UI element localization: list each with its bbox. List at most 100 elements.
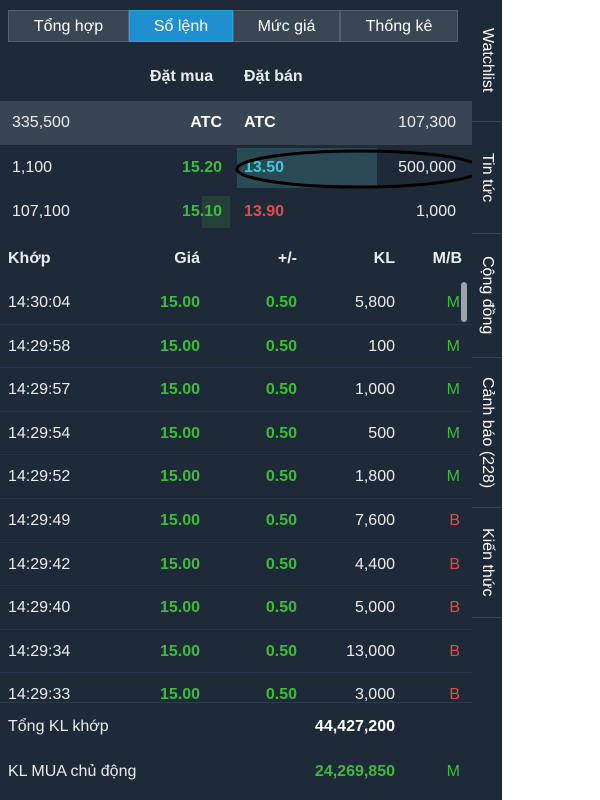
orderbook-row[interactable]: 107,100 15.10 13.90 1,000 xyxy=(0,190,472,234)
orderbook-row[interactable]: 335,500 ATC ATC 107,300 xyxy=(0,101,472,145)
trade-change: 0.50 xyxy=(265,381,297,399)
trade-time: 14:29:57 xyxy=(8,381,71,399)
table-row: 14:29:54 15.00 0.50 500 M xyxy=(0,412,472,456)
trade-change: 0.50 xyxy=(265,294,297,311)
buy-price: ATC xyxy=(190,114,222,131)
trade-volume: 100 xyxy=(368,337,395,355)
trade-side: B xyxy=(449,599,460,617)
header-change: +/- xyxy=(277,250,297,267)
trade-time: 14:29:52 xyxy=(8,468,71,486)
sell-price: ATC xyxy=(244,114,276,131)
table-row: 14:29:34 15.00 0.50 13,000 B xyxy=(0,630,472,674)
tab-thong-ke[interactable]: Thống kê xyxy=(340,10,458,42)
trade-volume: 3,000 xyxy=(354,686,395,701)
sell-volume: 107,300 xyxy=(398,114,456,131)
trade-side: M xyxy=(446,468,460,486)
trade-time: 14:29:54 xyxy=(8,424,71,442)
trade-time: 14:30:04 xyxy=(8,294,71,311)
table-row: 14:29:58 15.00 0.50 100 M xyxy=(0,325,472,369)
top-tabs: Tổng hợp Sổ lệnh Mức giá Thống kê xyxy=(8,10,458,42)
trade-volume: 13,000 xyxy=(346,642,395,660)
trade-price: 15.00 xyxy=(159,381,200,399)
trade-side: M xyxy=(446,424,460,442)
trade-side: B xyxy=(449,512,460,529)
buy-volume: 1,100 xyxy=(12,159,53,176)
trades-list[interactable]: 14:30:04 15.00 0.50 5,800 M 14:29:58 15.… xyxy=(0,281,472,701)
trades-header: Khớp Giá +/- KL M/B xyxy=(0,250,472,270)
tab-so-lenh[interactable]: Sổ lệnh xyxy=(129,10,233,42)
trade-change: 0.50 xyxy=(265,468,297,486)
active-buy-value: 24,269,850 xyxy=(314,763,395,780)
trade-side: B xyxy=(449,555,460,573)
trade-change: 0.50 xyxy=(265,555,297,573)
trade-price: 15.00 xyxy=(159,512,200,529)
trade-volume: 5,800 xyxy=(354,294,395,311)
total-value: 44,427,200 xyxy=(314,718,395,735)
active-buy-label: KL MUA chủ động xyxy=(8,763,137,780)
trade-side: B xyxy=(449,686,460,701)
header-price: Giá xyxy=(174,250,200,267)
trade-time: 14:29:49 xyxy=(8,512,71,529)
trade-side: B xyxy=(449,642,460,660)
buy-price: 15.20 xyxy=(181,159,222,176)
annotation-ellipse xyxy=(235,149,472,189)
trade-change: 0.50 xyxy=(265,512,297,529)
table-row: 14:29:52 15.00 0.50 1,800 M xyxy=(0,455,472,499)
table-row: 14:29:49 15.00 0.50 7,600 B xyxy=(0,499,472,543)
buy-price: 15.10 xyxy=(181,203,222,220)
buy-volume: 335,500 xyxy=(12,114,70,131)
trade-price: 15.00 xyxy=(159,555,200,573)
header-time: Khớp xyxy=(8,250,51,267)
trade-price: 15.00 xyxy=(159,642,200,660)
trade-time: 14:29:33 xyxy=(8,686,71,701)
tab-muc-gia[interactable]: Mức giá xyxy=(233,10,340,42)
table-row: 14:30:04 15.00 0.50 5,800 M xyxy=(0,281,472,325)
table-row: 14:29:40 15.00 0.50 5,000 B xyxy=(0,586,472,630)
side-tab-watchlist[interactable]: Watchlist xyxy=(472,0,502,122)
trade-volume: 4,400 xyxy=(354,555,395,573)
trade-price: 15.00 xyxy=(159,424,200,442)
trade-change: 0.50 xyxy=(265,424,297,442)
trade-time: 14:29:42 xyxy=(8,555,71,573)
trade-time: 14:29:34 xyxy=(8,642,71,660)
side-tab-tin-tuc[interactable]: Tin tức xyxy=(472,122,502,234)
trade-volume: 1,000 xyxy=(354,381,395,399)
table-row: 14:29:57 15.00 0.50 1,000 M xyxy=(0,368,472,412)
trade-price: 15.00 xyxy=(159,337,200,355)
trade-change: 0.50 xyxy=(265,337,297,355)
side-tab-kien-thuc[interactable]: Kiến thức xyxy=(472,508,502,618)
trade-volume: 5,000 xyxy=(354,599,395,617)
trade-time: 14:29:58 xyxy=(8,337,71,355)
trade-volume: 7,600 xyxy=(354,512,395,529)
sell-header: Đặt bán xyxy=(244,68,303,85)
buy-volume: 107,100 xyxy=(12,203,70,220)
side-tab-canh-bao[interactable]: Cảnh báo (228) xyxy=(472,358,502,508)
trade-price: 15.00 xyxy=(159,468,200,486)
summary-row-total: Tổng KL khớp 44,427,200 xyxy=(0,705,472,749)
active-buy-side: M xyxy=(446,763,460,780)
trade-price: 15.00 xyxy=(159,686,200,701)
trade-change: 0.50 xyxy=(265,686,297,701)
trades-summary: Tổng KL khớp 44,427,200 KL MUA chủ động … xyxy=(0,702,472,800)
trades-scrollbar[interactable] xyxy=(461,282,467,322)
header-volume: KL xyxy=(373,250,395,267)
trade-side: M xyxy=(446,337,460,355)
sell-price: 13.90 xyxy=(244,203,285,220)
trade-side: M xyxy=(446,294,460,311)
trade-price: 15.00 xyxy=(159,599,200,617)
tab-tong-hop[interactable]: Tổng hợp xyxy=(8,10,129,42)
trade-change: 0.50 xyxy=(265,642,297,660)
summary-row-active-buy: KL MUA chủ động 24,269,850 M xyxy=(0,750,472,794)
trade-volume: 500 xyxy=(368,424,395,442)
trade-side: M xyxy=(446,381,460,399)
side-tab-cong-dong[interactable]: Cộng đồng xyxy=(472,234,502,358)
orderbook-row[interactable]: 1,100 15.20 13.50 500,000 xyxy=(0,146,472,190)
trade-volume: 1,800 xyxy=(354,468,395,486)
trade-price: 15.00 xyxy=(159,294,200,311)
header-side: M/B xyxy=(432,250,462,267)
order-book-panel: Tổng hợp Sổ lệnh Mức giá Thống kê Đặt mu… xyxy=(0,0,472,800)
buy-header: Đặt mua xyxy=(150,68,214,85)
total-label: Tổng KL khớp xyxy=(8,718,109,735)
table-row: 14:29:42 15.00 0.50 4,400 B xyxy=(0,543,472,587)
table-row: 14:29:33 15.00 0.50 3,000 B xyxy=(0,673,472,701)
